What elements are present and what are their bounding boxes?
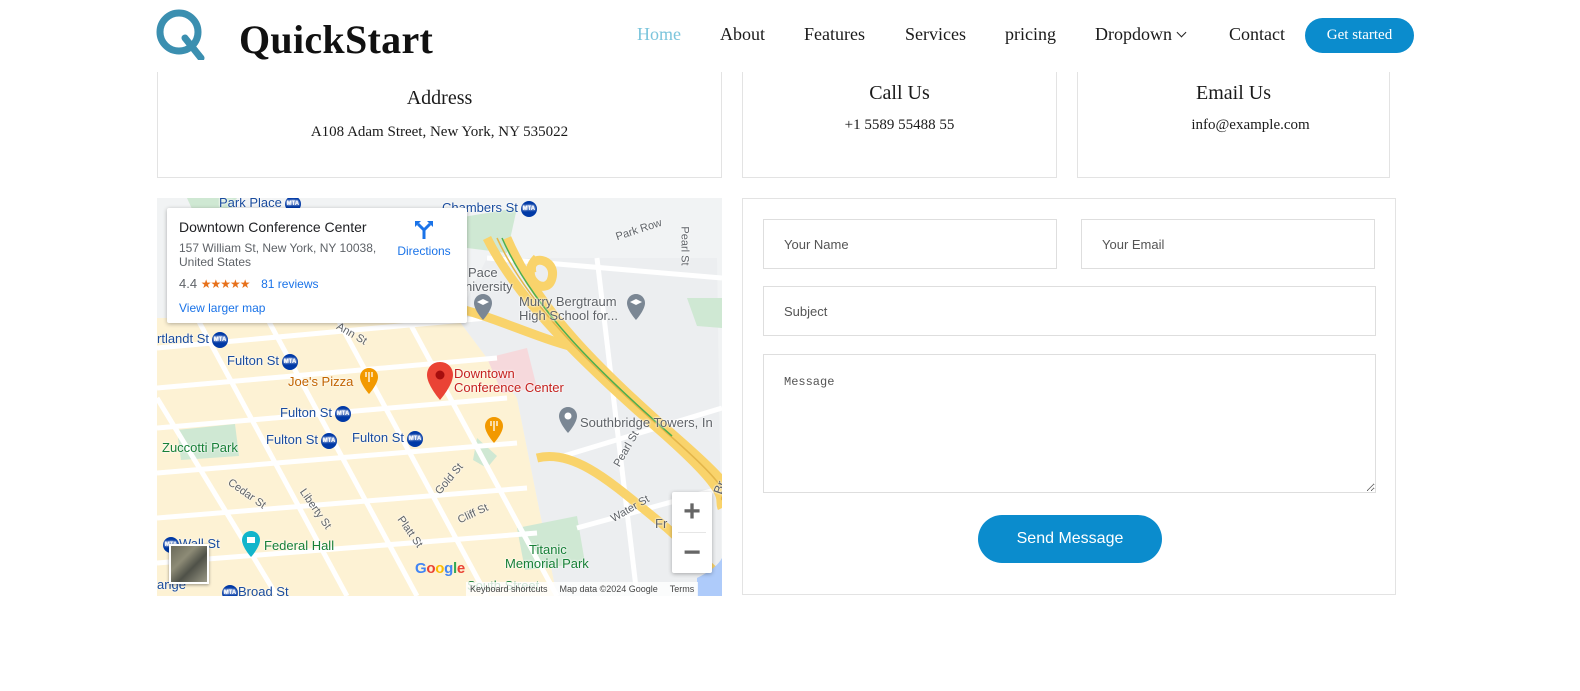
map-label-joes-pizza: Joe's Pizza <box>288 374 354 389</box>
map-card-title: Downtown Conference Center <box>179 219 367 235</box>
terms-link[interactable]: Terms <box>670 584 695 594</box>
google-logo-letter: G <box>415 560 427 577</box>
map-label-fulton-2-text: Fulton St <box>280 405 333 420</box>
map-card-address: 157 William St, New York, NY 10038, Unit… <box>179 241 377 269</box>
map-label-fr: Fr <box>655 516 668 531</box>
nav-home[interactable]: Home <box>637 24 681 45</box>
nav-dropdown-label: Dropdown <box>1095 24 1172 44</box>
directions-icon <box>415 221 433 239</box>
map-label-murry-1: Murry Bergtraum <box>519 294 617 309</box>
mta-icon: MTA <box>407 430 424 447</box>
map-label-titanic-1: Titanic <box>529 542 567 557</box>
mta-icon: MTA <box>282 353 299 370</box>
map-label-university: niversity <box>465 279 513 294</box>
chevron-down-icon <box>1176 27 1187 38</box>
star-rating-icon: ★★★★★ <box>200 277 251 291</box>
map-label-fulton-1: Fulton St MTA <box>227 353 299 370</box>
site-header: QuickStart Home About Features Services … <box>0 0 1580 72</box>
google-logo-letter: e <box>456 560 465 577</box>
map-info-card: Downtown Conference Center 157 William S… <box>167 208 467 323</box>
call-title: Call Us <box>869 82 930 104</box>
view-larger-map-link[interactable]: View larger map <box>179 301 265 315</box>
mta-icon: MTA <box>212 331 229 348</box>
nav-dropdown[interactable]: Dropdown <box>1095 24 1187 45</box>
map-label-fulton-3-text: Fulton St <box>266 432 319 447</box>
address-box: Address A108 Adam Street, New York, NY 5… <box>157 72 722 178</box>
restaurant-pin-icon[interactable] <box>485 417 503 443</box>
google-logo: Google <box>415 560 465 577</box>
google-map[interactable]: Park Place MTA Chambers St MTA Park Row Pe… <box>157 198 722 596</box>
map-label-fulton-4-text: Fulton St <box>352 430 405 445</box>
mta-icon: MTA <box>222 584 238 596</box>
email-input[interactable] <box>1081 219 1375 269</box>
nav-pricing[interactable]: pricing <box>1005 24 1056 45</box>
nav-services[interactable]: Services <box>905 24 966 45</box>
map-label-pearl-st-top: Pearl St <box>678 226 691 266</box>
location-pin-icon[interactable] <box>427 362 453 400</box>
map-label-pace: Pace <box>468 265 498 280</box>
zoom-in-button[interactable]: + <box>672 492 712 532</box>
mta-icon: MTA <box>321 432 338 449</box>
map-label-cortlandt: rtlandt St MTA <box>157 331 229 348</box>
nav-about[interactable]: About <box>720 24 765 45</box>
map-data-text: Map data ©2024 Google <box>559 584 658 594</box>
email-box: Email Us info@example.com <box>1077 72 1390 178</box>
restaurant-pin-icon[interactable] <box>360 368 378 394</box>
map-label-titanic-2: Memorial Park <box>505 556 589 571</box>
directions-button[interactable]: Directions <box>389 220 459 258</box>
reviews-link[interactable]: 81 reviews <box>261 277 318 291</box>
map-label-southbridge: Southbridge Towers, In <box>580 415 713 430</box>
map-attribution: Keyboard shortcuts Map data ©2024 Google… <box>466 582 699 596</box>
place-pin-icon[interactable] <box>559 407 577 433</box>
call-box: Call Us +1 5589 55488 55 <box>742 72 1057 178</box>
send-message-button[interactable]: Send Message <box>978 515 1162 563</box>
get-started-button[interactable]: Get started <box>1305 18 1414 53</box>
map-label-fulton-4: Fulton St MTA <box>352 430 424 447</box>
zoom-out-button[interactable]: − <box>672 533 712 573</box>
zoom-controls: + − <box>672 492 712 573</box>
keyboard-shortcuts-link[interactable]: Keyboard shortcuts <box>470 584 548 594</box>
subject-input[interactable] <box>763 286 1376 336</box>
landmark-pin-icon[interactable] <box>242 531 260 557</box>
contact-form: Send Message <box>742 198 1396 595</box>
map-label-pin-2: Conference Center <box>454 380 564 395</box>
map-label-broad: MTA Broad St <box>219 584 289 596</box>
map-card-rating: 4.4 ★★★★★ 81 reviews <box>179 276 318 291</box>
google-logo-letter: o <box>435 560 445 577</box>
name-input[interactable] <box>763 219 1057 269</box>
map-label-broad-text: Broad St <box>238 584 289 596</box>
map-label-zuccotti: Zuccotti Park <box>162 440 238 455</box>
call-value: +1 5589 55488 55 <box>844 117 955 133</box>
mta-icon: MTA <box>520 200 537 217</box>
map-label-fulton-3: Fulton St MTA <box>266 432 338 449</box>
map-label-federal-hall: Federal Hall <box>264 538 335 553</box>
email-title: Email Us <box>1196 82 1271 104</box>
satellite-toggle[interactable] <box>169 544 209 584</box>
nav-features[interactable]: Features <box>804 24 865 45</box>
directions-label: Directions <box>397 244 451 258</box>
mta-icon: MTA <box>335 405 352 422</box>
map-label-cortlandt-text: rtlandt St <box>157 331 210 346</box>
email-value: info@example.com <box>1191 117 1310 133</box>
rating-value: 4.4 <box>179 276 198 291</box>
school-pin-icon[interactable] <box>627 294 645 320</box>
address-title: Address <box>406 87 473 109</box>
google-logo-letter: g <box>444 560 453 577</box>
google-logo-letter: o <box>426 560 436 577</box>
map-label-fulton-1-text: Fulton St <box>227 353 280 368</box>
map-label-fulton-2: Fulton St MTA <box>280 405 352 422</box>
map-label-murry-2: High School for... <box>519 308 618 323</box>
message-textarea[interactable] <box>763 354 1376 493</box>
address-value: A108 Adam Street, New York, NY 535022 <box>310 124 569 140</box>
map-label-pin-1: Downtown <box>454 366 515 381</box>
school-pin-icon[interactable] <box>474 294 492 320</box>
nav-contact[interactable]: Contact <box>1229 24 1285 45</box>
